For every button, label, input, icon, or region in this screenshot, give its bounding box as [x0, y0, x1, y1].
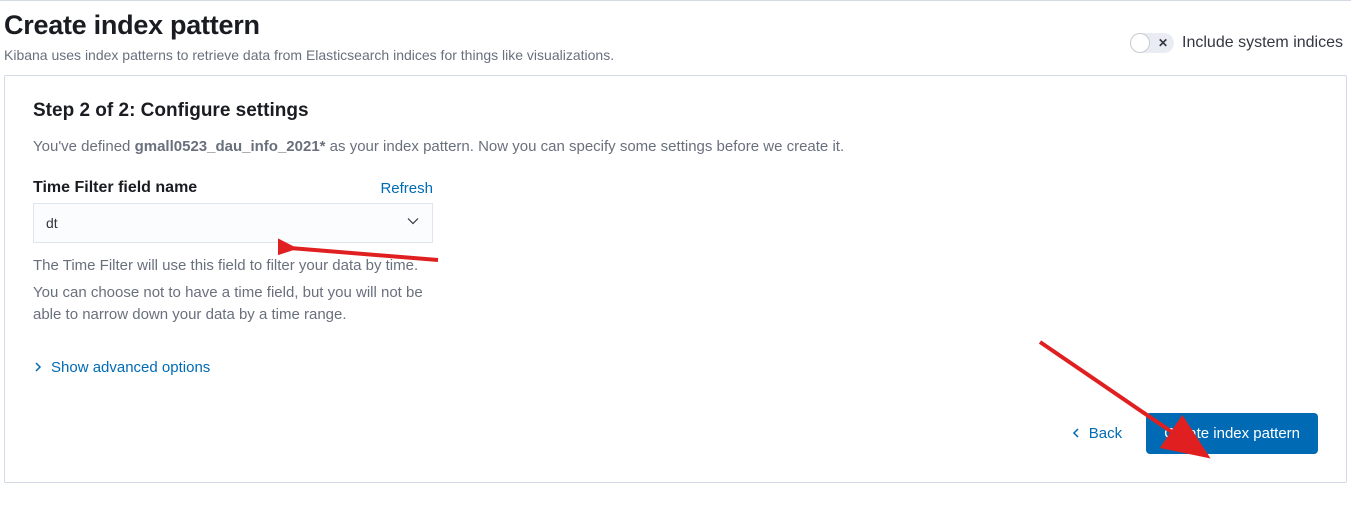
step-title: Step 2 of 2: Configure settings — [33, 100, 1318, 122]
include-system-indices-label: Include system indices — [1182, 34, 1343, 52]
back-link[interactable]: Back — [1071, 425, 1122, 442]
time-filter-select[interactable]: dt — [33, 203, 433, 243]
refresh-link[interactable]: Refresh — [380, 180, 433, 197]
close-x-icon: ✕ — [1158, 36, 1168, 50]
configure-settings-panel: Step 2 of 2: Configure settings You've d… — [4, 75, 1347, 483]
chevron-left-icon — [1071, 425, 1081, 442]
page-subtitle: Kibana uses index patterns to retrieve d… — [4, 47, 614, 63]
time-filter-label: Time Filter field name — [33, 179, 197, 197]
show-advanced-options-link[interactable]: Show advanced options — [33, 359, 210, 376]
create-index-pattern-button[interactable]: Create index pattern — [1146, 413, 1318, 454]
back-label: Back — [1089, 425, 1122, 442]
include-system-indices-toggle[interactable]: ✕ — [1130, 33, 1174, 53]
index-pattern-name: gmall0523_dau_info_2021* — [135, 138, 326, 155]
help-text: The Time Filter will use this field to f… — [33, 255, 433, 327]
page-title: Create index pattern — [4, 9, 614, 41]
time-filter-value: dt — [33, 203, 433, 243]
step-desc: You've defined gmall0523_dau_info_2021* … — [33, 138, 1318, 155]
chevron-right-icon — [33, 359, 43, 376]
advanced-options-label: Show advanced options — [51, 359, 210, 376]
chevron-down-icon — [407, 214, 419, 232]
